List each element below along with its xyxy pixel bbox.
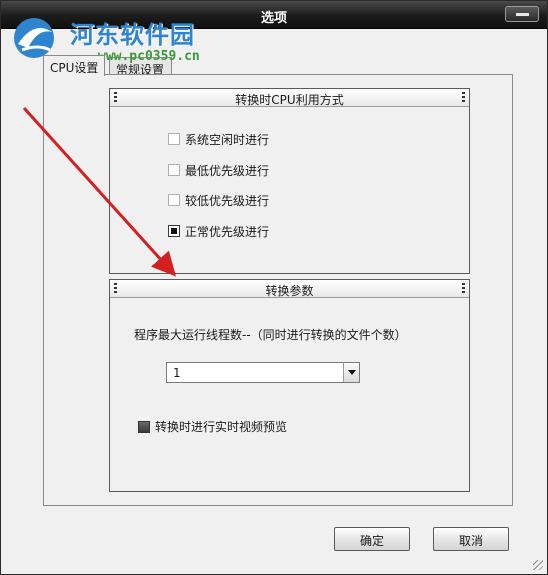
cancel-button[interactable]: 取消 — [433, 527, 509, 551]
checkbox-normal[interactable] — [168, 225, 180, 237]
options-dialog: 选项 CPU设置 常规设置 转换时CPU利用方式 系统空闲时进行 最低优先级进行… — [0, 0, 548, 575]
option-lowest-label: 最低优先级进行 — [185, 163, 270, 178]
preview-option[interactable]: 转换时进行实时视频预览 — [138, 418, 287, 435]
grip-icon — [114, 283, 117, 293]
checkbox-idle[interactable] — [168, 133, 180, 145]
option-idle[interactable]: 系统空闲时进行 — [168, 131, 269, 147]
preview-label: 转换时进行实时视频预览 — [155, 420, 288, 434]
grip-icon — [462, 283, 465, 293]
checkbox-lowest[interactable] — [168, 164, 180, 176]
option-normal-label: 正常优先级进行 — [185, 224, 270, 239]
threads-select-value: 1 — [173, 366, 181, 380]
minimize-bar-icon — [516, 13, 529, 16]
title-bar[interactable]: 选项 — [1, 1, 547, 29]
conv-group-header: 转换参数 — [110, 280, 469, 298]
grip-icon — [114, 92, 117, 102]
cpu-usage-group: 转换时CPU利用方式 系统空闲时进行 最低优先级进行 较低优先级进行 正常优先级… — [109, 88, 470, 274]
resize-grip-icon[interactable] — [533, 560, 543, 570]
option-lowest[interactable]: 最低优先级进行 — [168, 162, 269, 178]
checkbox-preview[interactable] — [138, 420, 150, 433]
tab-cpu-settings[interactable]: CPU设置 — [43, 55, 105, 76]
threads-select[interactable]: 1 — [166, 362, 360, 383]
grip-icon — [462, 92, 465, 102]
conv-group-title: 转换参数 — [265, 284, 314, 298]
cpu-group-header: 转换时CPU利用方式 — [110, 89, 469, 107]
close-button[interactable] — [505, 6, 539, 22]
chevron-down-icon[interactable] — [343, 363, 359, 382]
cpu-group-title: 转换时CPU利用方式 — [235, 93, 344, 107]
option-idle-label: 系统空闲时进行 — [185, 132, 270, 147]
threads-label: 程序最大运行线程数--（同时进行转换的文件个数） — [134, 328, 407, 342]
dialog-title: 选项 — [260, 11, 287, 26]
ok-button[interactable]: 确定 — [334, 527, 410, 551]
tab-general-settings[interactable]: 常规设置 — [109, 57, 172, 77]
option-low[interactable]: 较低优先级进行 — [168, 192, 269, 208]
option-low-label: 较低优先级进行 — [185, 193, 270, 208]
checkbox-low[interactable] — [168, 194, 180, 206]
conversion-params-group: 转换参数 程序最大运行线程数--（同时进行转换的文件个数） 1 转换时进行实时视… — [109, 279, 470, 492]
option-normal[interactable]: 正常优先级进行 — [168, 223, 269, 239]
